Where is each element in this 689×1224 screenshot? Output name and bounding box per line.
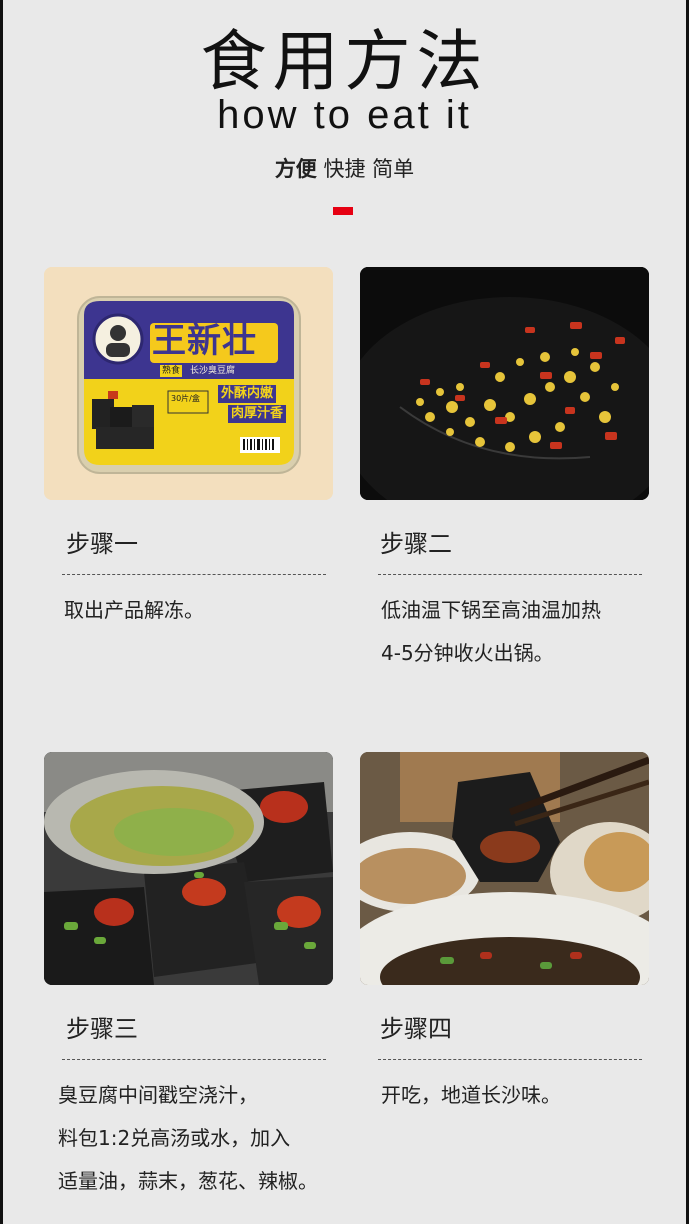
step-1-title: 步骤一 xyxy=(66,530,138,558)
step-2-title: 步骤二 xyxy=(380,530,452,558)
step-2-image-frying-oil xyxy=(360,267,649,500)
tagline-rest: 快捷 简单 xyxy=(323,157,415,181)
package-count: 30片/盒 xyxy=(171,394,200,403)
package-brand: 王新壮 xyxy=(152,321,257,361)
tagline-bold: 方便 xyxy=(274,157,317,181)
tagline: 方便 快捷 简单 xyxy=(0,154,689,184)
step-3-image-tofu-with-sauce xyxy=(44,752,333,985)
step-1-image-product-package: 王新壮 熟食 长沙臭豆腐 30片/盒 外酥内嫩 肉厚汁香 xyxy=(44,267,333,500)
step-3-divider xyxy=(62,1059,326,1060)
step-1-divider xyxy=(62,574,326,575)
page-title: 食用方法 xyxy=(200,23,489,100)
package-slogan-line1: 外酥内嫩 xyxy=(218,385,277,403)
package-slogan-line2: 肉厚汁香 xyxy=(228,405,287,423)
step-1-description: 取出产品解冻。 xyxy=(64,598,204,622)
step-4-title: 步骤四 xyxy=(380,1015,452,1043)
step-2-description: 低油温下锅至高油温加热 4-5分钟收火出锅。 xyxy=(381,598,601,665)
step-4-divider xyxy=(378,1059,642,1060)
step-3-description: 臭豆腐中间戳空浇汁， 料包1:2兑高汤或水，加入 适量油，蒜末，葱花、辣椒。 xyxy=(58,1083,318,1193)
step-3-title: 步骤三 xyxy=(66,1015,138,1043)
accent-divider xyxy=(333,207,353,215)
package-label-cooked: 熟食 xyxy=(160,365,183,377)
step-2-divider xyxy=(378,574,642,575)
step-4-description: 开吃，地道长沙味。 xyxy=(381,1083,561,1107)
page-subtitle-english: how to eat it xyxy=(217,93,472,137)
package-label-product: 长沙臭豆腐 xyxy=(190,366,236,376)
step-4-image-eating-tofu xyxy=(360,752,649,985)
